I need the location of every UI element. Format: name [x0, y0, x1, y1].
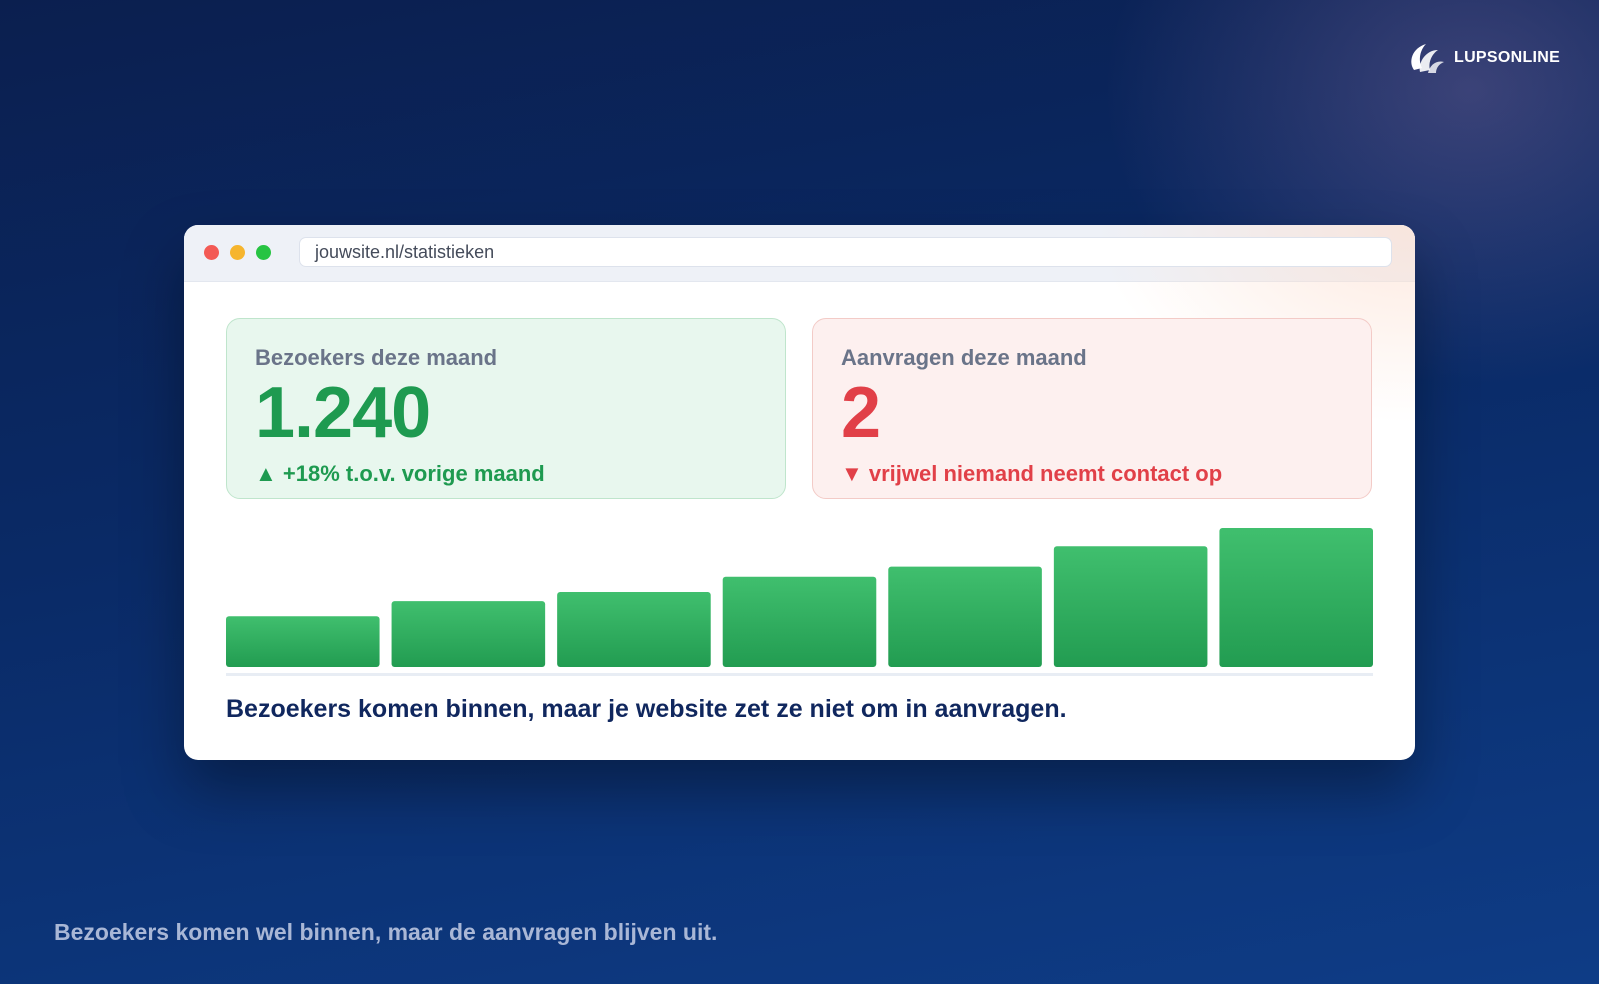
chart-bar-2 — [391, 601, 546, 667]
chart-baseline — [226, 673, 1373, 676]
visitors-card: Bezoekers deze maand 1.240 ▲ +18% t.o.v.… — [226, 318, 786, 499]
maximize-dot[interactable] — [256, 245, 271, 260]
visitors-bar-chart — [226, 525, 1373, 667]
requests-card: Aanvragen deze maand 2 ▼ vrijwel niemand… — [812, 318, 1372, 499]
chart-bar-3 — [557, 591, 711, 667]
requests-value: 2 — [841, 373, 881, 453]
minimize-dot[interactable] — [230, 245, 245, 260]
footer-caption: Bezoekers komen wel binnen, maar de aanv… — [54, 919, 718, 945]
lupsonline-logo-icon — [1406, 40, 1446, 76]
chart-caption: Bezoekers komen binnen, maar je website … — [226, 695, 1067, 723]
brand-logo: LUPSONLINE — [1406, 40, 1560, 76]
address-bar-url: jouwsite.nl/statistieken — [315, 241, 495, 262]
requests-trend: ▼ vrijwel niemand neemt contact op — [841, 461, 1223, 486]
browser-titlebar: jouwsite.nl/statistieken — [184, 225, 1415, 282]
visitors-trend: ▲ +18% t.o.v. vorige maand — [255, 461, 545, 486]
bar-chart-svg — [226, 528, 1373, 667]
chart-bar-5 — [888, 566, 1042, 667]
requests-label: Aanvragen deze maand — [841, 345, 1087, 370]
address-bar[interactable]: jouwsite.nl/statistieken — [299, 237, 1392, 267]
chart-bar-6 — [1053, 546, 1208, 667]
visitors-value: 1.240 — [255, 373, 431, 453]
chart-bar-1 — [226, 616, 380, 667]
chart-bar-4 — [722, 576, 877, 667]
browser-window: jouwsite.nl/statistieken Bezoekers deze … — [184, 225, 1415, 760]
brand-name: LUPSONLINE — [1454, 49, 1561, 66]
visitors-label: Bezoekers deze maand — [255, 345, 498, 370]
close-dot[interactable] — [204, 245, 219, 260]
chart-bar-7 — [1219, 528, 1373, 667]
